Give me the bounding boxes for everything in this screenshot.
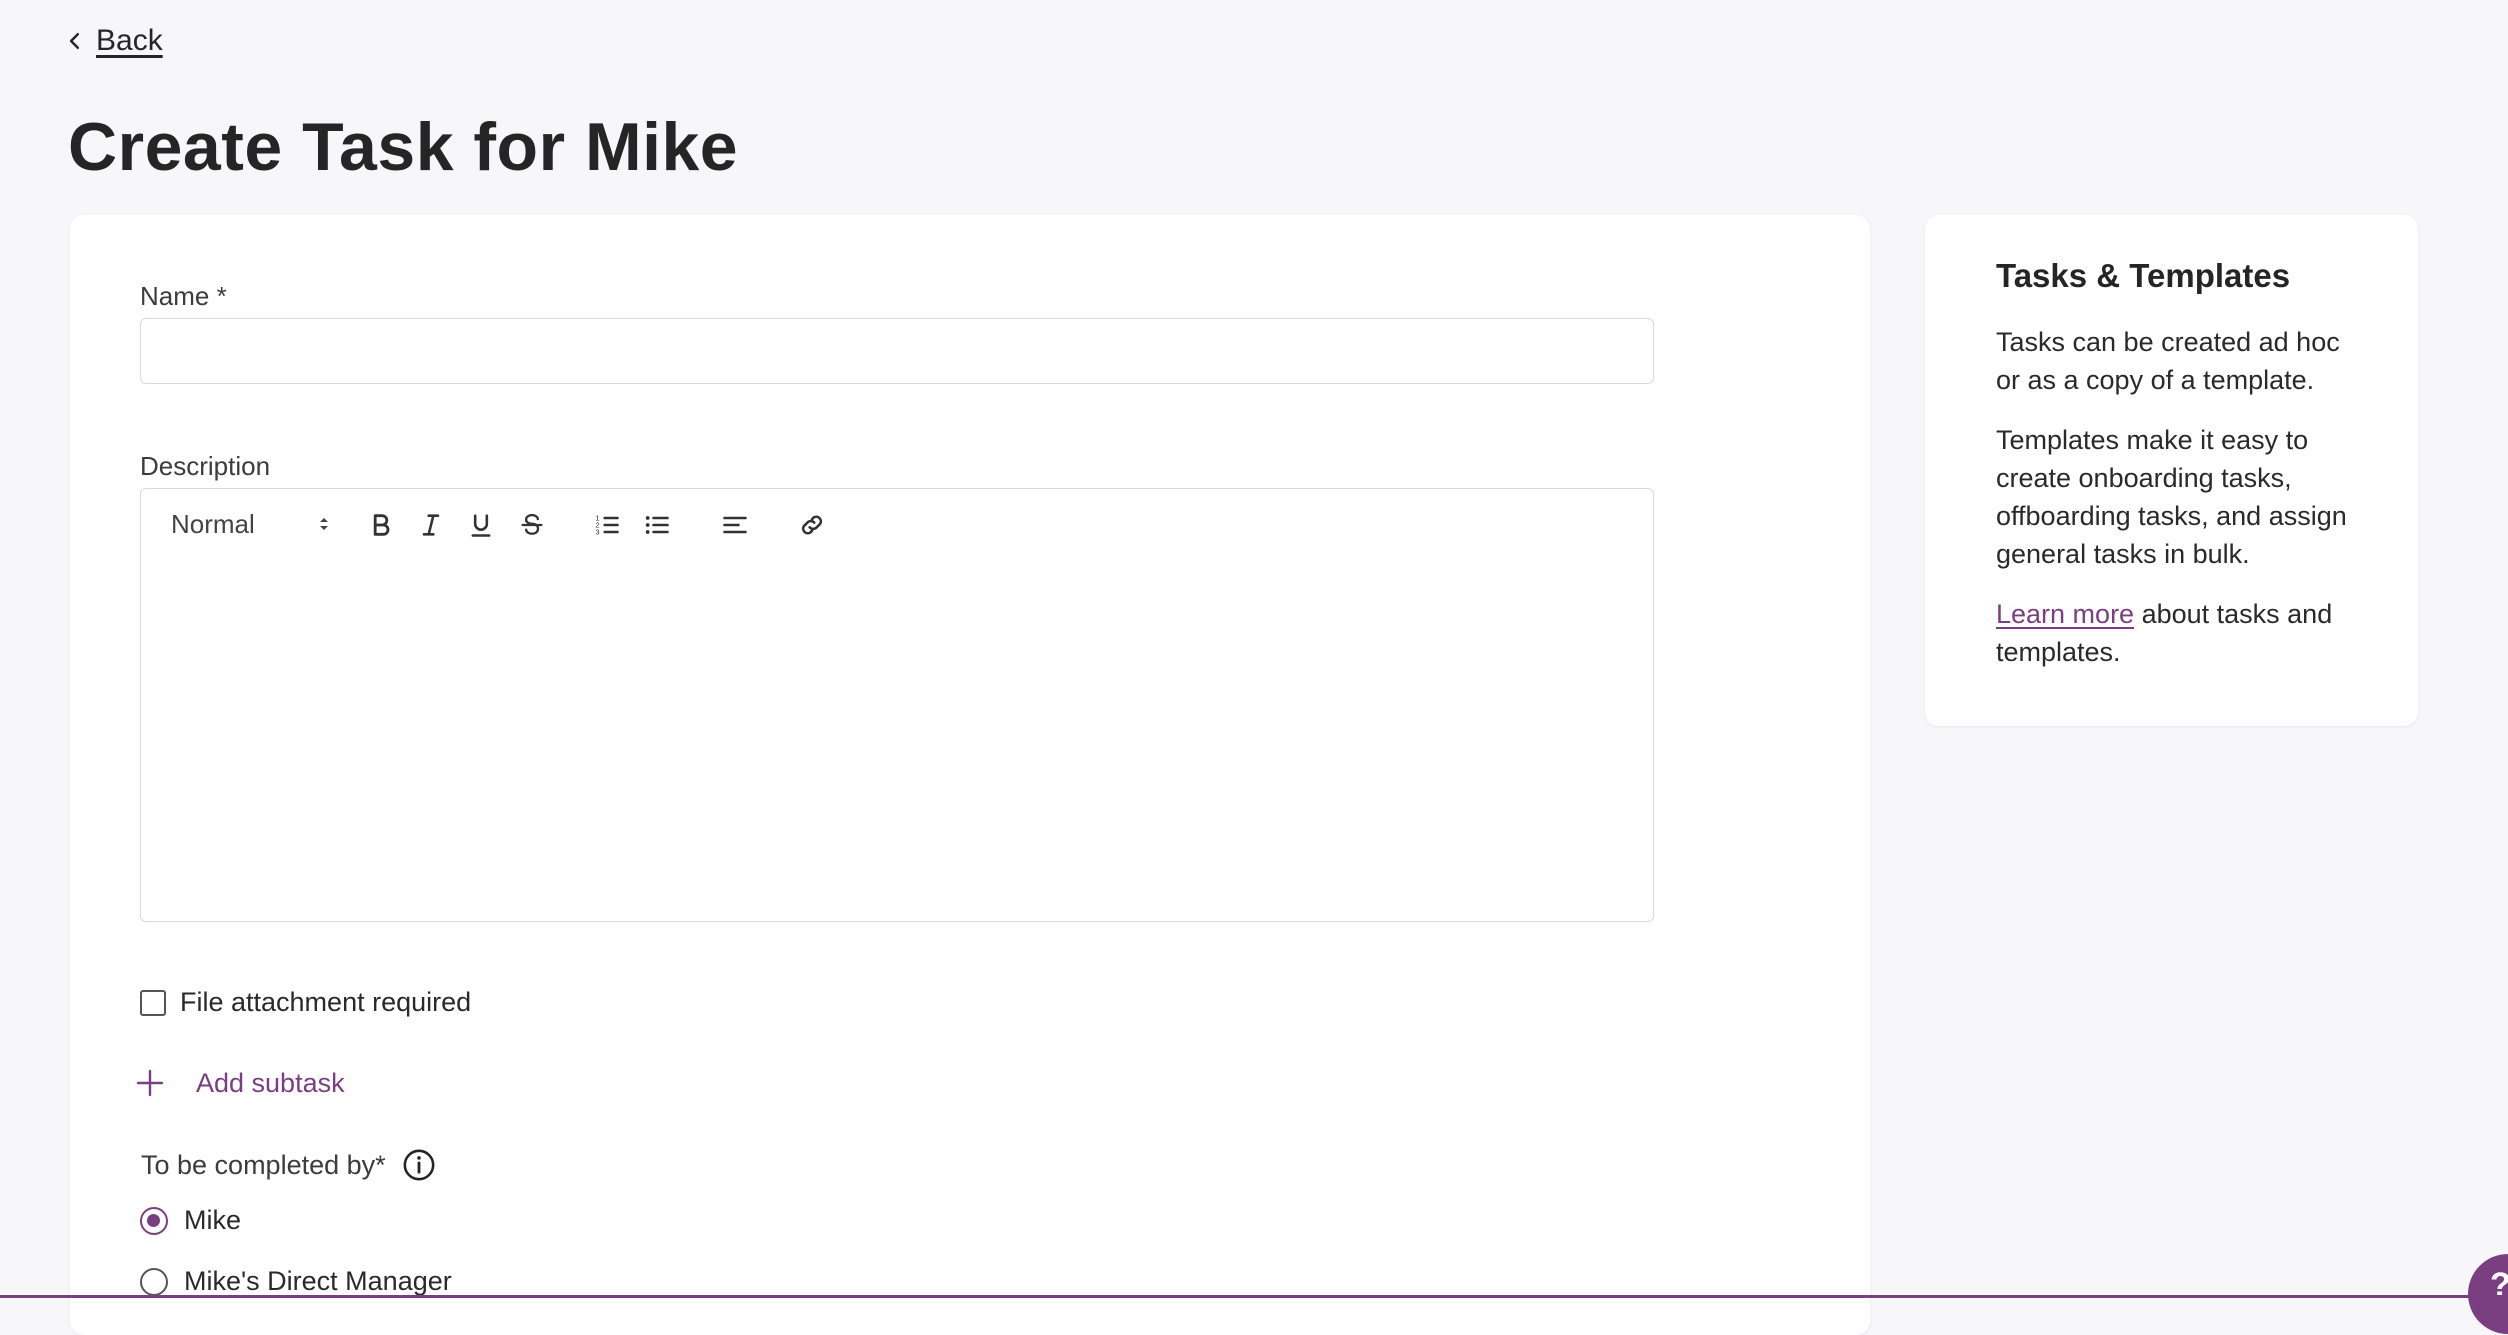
underline-icon	[471, 514, 491, 537]
description-editor-body[interactable]	[141, 559, 1653, 921]
info-card-paragraph: Templates make it easy to create onboard…	[1996, 425, 2347, 569]
completed-by-label: To be completed by*	[141, 1149, 386, 1180]
name-input[interactable]	[140, 318, 1654, 384]
description-field-label: Description	[140, 451, 271, 481]
info-card-paragraph: Tasks can be created ad hoc or as a copy…	[1996, 327, 2340, 395]
italic-icon	[422, 514, 440, 536]
format-select-value: Normal	[171, 508, 255, 539]
select-arrows-icon	[320, 518, 328, 530]
strikethrough-icon	[521, 513, 543, 535]
description-editor: Normal 1 2 3	[140, 488, 1654, 922]
completed-by-label-row: To be completed by*	[141, 1148, 436, 1182]
file-attachment-label: File attachment required	[180, 987, 472, 1017]
back-link-label: Back	[96, 24, 163, 57]
back-link[interactable]: Back	[66, 24, 163, 58]
chevron-left-icon	[69, 33, 80, 49]
ordered-list-button[interactable]: 1 2 3	[589, 507, 625, 543]
bold-button[interactable]	[363, 507, 399, 543]
assignee-option-mike[interactable]: Mike	[140, 1205, 241, 1236]
learn-more-link[interactable]: Learn more	[1996, 599, 2134, 629]
info-icon[interactable]	[402, 1148, 436, 1182]
format-select[interactable]: Normal	[171, 507, 331, 541]
add-subtask-label: Add subtask	[196, 1067, 345, 1098]
strikethrough-button[interactable]	[514, 507, 550, 543]
file-attachment-checkbox-row[interactable]: File attachment required	[140, 987, 471, 1018]
align-button[interactable]	[717, 507, 753, 543]
link-icon	[801, 515, 823, 535]
page-title: Create Task for Mike	[68, 109, 739, 185]
assignee-option-label: Mike	[184, 1205, 242, 1235]
radio-button-selected[interactable]	[140, 1206, 168, 1235]
radio-button[interactable]	[140, 1267, 168, 1296]
assignee-option-label: Mike's Direct Manager	[184, 1266, 452, 1296]
italic-button[interactable]	[413, 507, 449, 543]
bullet-list-icon	[645, 516, 669, 534]
ordered-list-icon: 1 2 3	[595, 513, 619, 536]
svg-text:3: 3	[595, 527, 599, 536]
info-card-title: Tasks & Templates	[1996, 257, 2291, 294]
task-form-card: Name * Description Normal 1 2 3 File att…	[70, 215, 1870, 1335]
add-subtask-button[interactable]: Add subtask	[134, 1067, 345, 1099]
link-button[interactable]	[794, 507, 830, 543]
align-left-icon	[723, 516, 747, 534]
help-chat-button[interactable]: ?	[2468, 1254, 2508, 1334]
editor-toolbar: Normal 1 2 3	[141, 489, 1653, 559]
bold-icon	[373, 514, 390, 536]
underline-button[interactable]	[463, 507, 499, 543]
info-card-learn-more-paragraph: Learn more about tasks and templates.	[1996, 595, 2348, 671]
file-attachment-checkbox[interactable]	[140, 989, 166, 1016]
assignee-option-direct-manager[interactable]: Mike's Direct Manager	[140, 1266, 452, 1297]
help-question-icon: ?	[2490, 1266, 2508, 1305]
name-field-label: Name *	[140, 281, 227, 311]
plus-icon	[136, 1069, 164, 1097]
bullet-list-button[interactable]	[639, 507, 675, 543]
tasks-templates-info-card: Tasks & Templates Tasks can be created a…	[1925, 215, 2418, 726]
